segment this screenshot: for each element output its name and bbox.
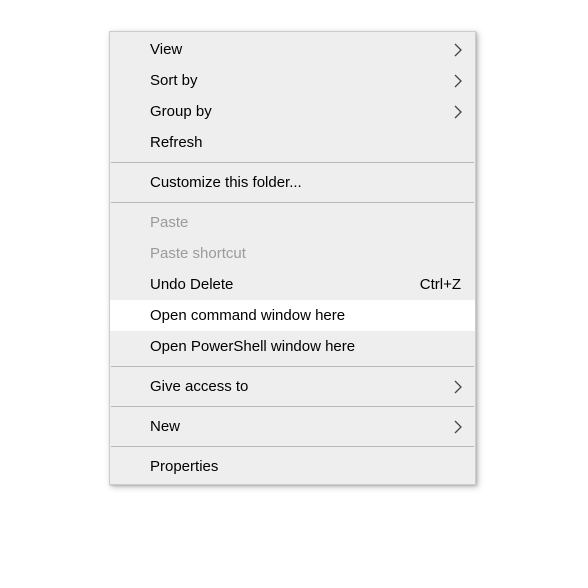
menu-item-label: New bbox=[150, 418, 461, 435]
menu-item-shortcut: Ctrl+Z bbox=[402, 276, 461, 293]
menu-item-label: Open PowerShell window here bbox=[150, 338, 461, 355]
menu-item-give-access[interactable]: Give access to bbox=[110, 371, 475, 402]
menu-item-refresh[interactable]: Refresh bbox=[110, 127, 475, 158]
chevron-right-icon bbox=[453, 420, 463, 434]
menu-item-label: Sort by bbox=[150, 72, 461, 89]
menu-item-group-by[interactable]: Group by bbox=[110, 96, 475, 127]
context-menu[interactable]: View Sort by Group by Refresh Customize … bbox=[109, 31, 476, 485]
chevron-right-icon bbox=[453, 380, 463, 394]
menu-item-sort-by[interactable]: Sort by bbox=[110, 65, 475, 96]
menu-item-label: Paste shortcut bbox=[150, 245, 461, 262]
menu-item-paste: Paste bbox=[110, 207, 475, 238]
menu-item-undo-delete[interactable]: Undo Delete Ctrl+Z bbox=[110, 269, 475, 300]
chevron-right-icon bbox=[453, 74, 463, 88]
menu-separator bbox=[111, 446, 474, 447]
menu-item-new[interactable]: New bbox=[110, 411, 475, 442]
menu-item-customize[interactable]: Customize this folder... bbox=[110, 167, 475, 198]
menu-separator bbox=[111, 202, 474, 203]
menu-item-label: Give access to bbox=[150, 378, 461, 395]
menu-separator bbox=[111, 406, 474, 407]
menu-item-label: Refresh bbox=[150, 134, 461, 151]
chevron-right-icon bbox=[453, 105, 463, 119]
menu-item-label: Customize this folder... bbox=[150, 174, 461, 191]
menu-separator bbox=[111, 162, 474, 163]
menu-item-open-cmd[interactable]: Open command window here bbox=[110, 300, 475, 331]
menu-item-label: Paste bbox=[150, 214, 461, 231]
menu-item-open-powershell[interactable]: Open PowerShell window here bbox=[110, 331, 475, 362]
menu-item-paste-shortcut: Paste shortcut bbox=[110, 238, 475, 269]
menu-separator bbox=[111, 366, 474, 367]
menu-item-label: Open command window here bbox=[150, 307, 461, 324]
chevron-right-icon bbox=[453, 43, 463, 57]
menu-item-view[interactable]: View bbox=[110, 34, 475, 65]
menu-item-properties[interactable]: Properties bbox=[110, 451, 475, 482]
menu-item-label: Group by bbox=[150, 103, 461, 120]
menu-item-label: Undo Delete bbox=[150, 276, 402, 293]
menu-item-label: View bbox=[150, 41, 461, 58]
menu-item-label: Properties bbox=[150, 458, 461, 475]
